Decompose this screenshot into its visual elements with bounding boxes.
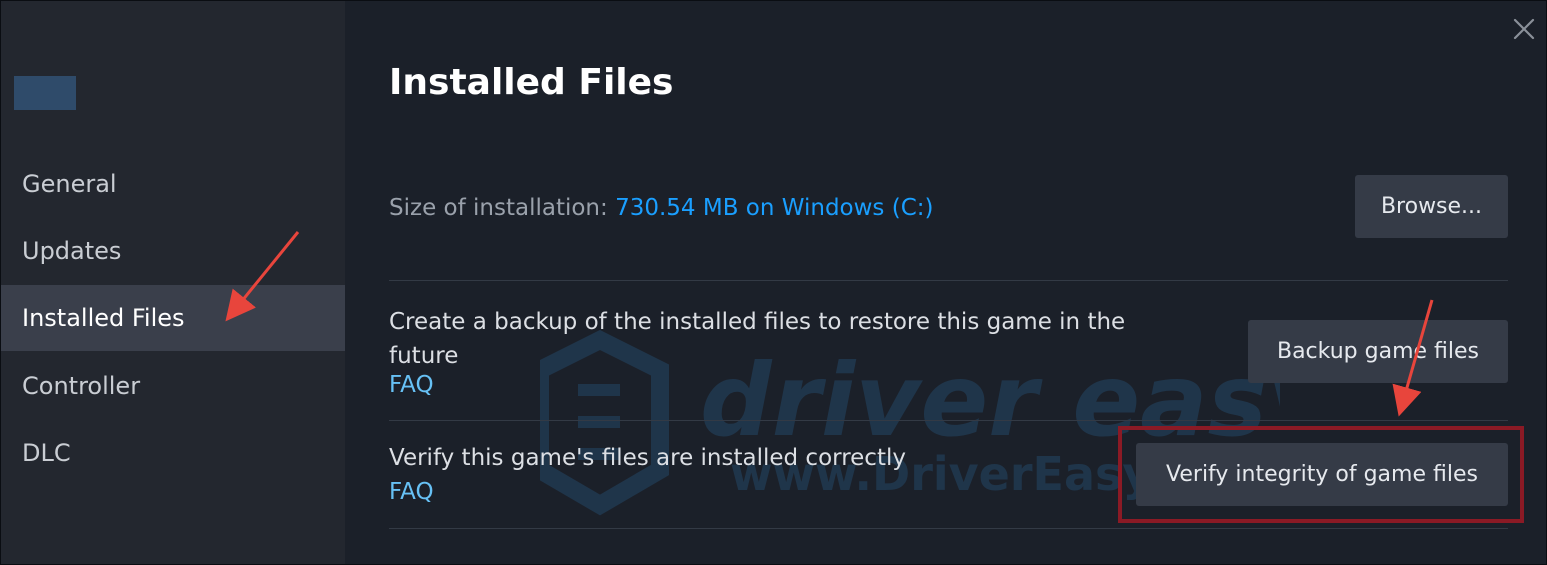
divider <box>389 280 1508 281</box>
browse-button[interactable]: Browse... <box>1355 175 1508 238</box>
sidebar-item-dlc[interactable]: DLC <box>1 420 345 486</box>
divider <box>389 420 1508 421</box>
highlight-box <box>1118 426 1524 523</box>
backup-game-files-button[interactable]: Backup game files <box>1248 320 1508 383</box>
size-of-installation: Size of installation: 730.54 MB on Windo… <box>389 195 933 221</box>
size-label: Size of installation: <box>389 195 608 221</box>
close-icon[interactable] <box>1510 15 1538 43</box>
sidebar-item-general[interactable]: General <box>1 151 345 217</box>
divider <box>389 528 1508 529</box>
page-title: Installed Files <box>389 62 674 103</box>
backup-description: Create a backup of the installed files t… <box>389 309 1126 369</box>
size-value: 730.54 MB on Windows (C:) <box>615 195 934 221</box>
sidebar: General Updates Installed Files Controll… <box>1 1 345 564</box>
backup-faq-link[interactable]: FAQ <box>389 372 434 398</box>
sidebar-item-installed-files[interactable]: Installed Files <box>1 285 345 351</box>
game-thumbnail <box>14 76 76 110</box>
verify-description: Verify this game's files are installed c… <box>389 445 906 471</box>
verify-faq-link[interactable]: FAQ <box>389 479 434 505</box>
sidebar-item-updates[interactable]: Updates <box>1 218 345 284</box>
sidebar-item-controller[interactable]: Controller <box>1 353 345 419</box>
